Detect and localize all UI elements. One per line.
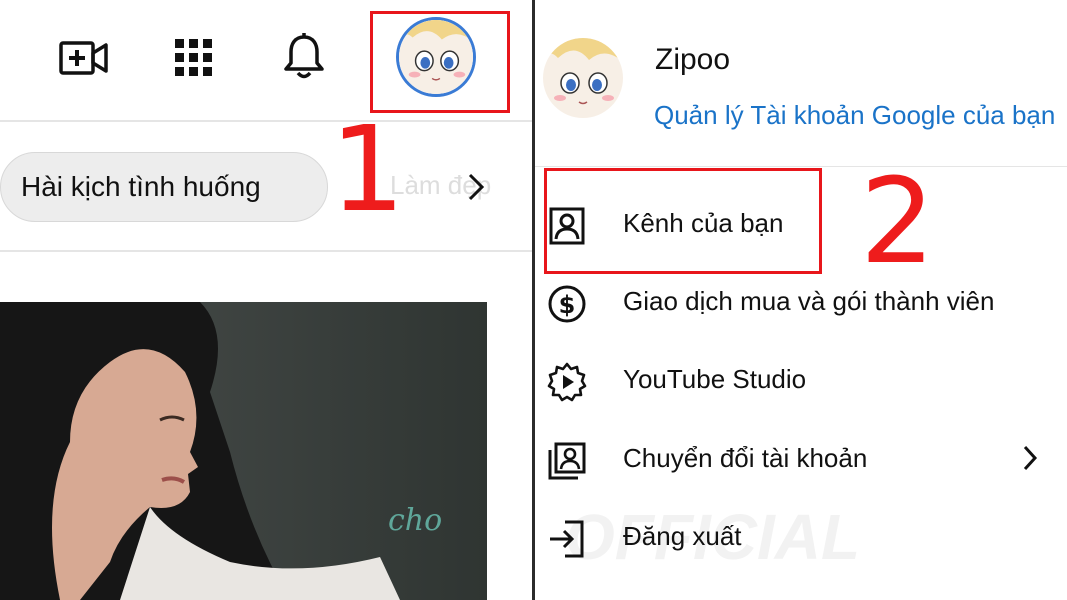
step-marker-1: 1 — [330, 100, 406, 238]
dollar-icon: $ — [547, 284, 587, 324]
divider — [0, 120, 532, 122]
thumbnail-caption: cho — [388, 503, 442, 538]
youtube-home-panel: Hài kịch tình huống Làm đẹp 1 cho — [0, 0, 532, 600]
avatar-highlight-box — [370, 11, 510, 113]
divider — [0, 250, 532, 252]
menu-item-label: Đăng xuất — [623, 521, 742, 551]
category-chip-label: Hài kịch tình huống — [21, 171, 261, 202]
chevron-right-icon — [1019, 443, 1041, 478]
category-chip[interactable]: Hài kịch tình huống — [0, 152, 328, 222]
menu-item-switch-account[interactable]: Chuyển đổi tài khoản — [535, 423, 1067, 495]
divider — [535, 166, 1067, 167]
chevron-right-icon[interactable] — [463, 172, 489, 207]
account-name: Zipoo — [655, 43, 731, 76]
studio-gear-icon — [547, 362, 587, 402]
svg-text:$: $ — [559, 291, 576, 319]
menu-item-label: Giao dịch mua và gói thành viên — [623, 286, 995, 316]
menu-item-purchases[interactable]: $ Giao dịch mua và gói thành viên — [535, 266, 1067, 338]
account-avatar-icon — [543, 38, 623, 118]
your-channel-highlight-box — [544, 168, 822, 274]
menu-item-sign-out[interactable]: Đăng xuất — [535, 501, 1067, 573]
manage-google-account-link[interactable]: Quản lý Tài khoản Google của bạn — [654, 100, 1055, 131]
video-thumbnail[interactable]: cho — [0, 302, 487, 600]
menu-item-youtube-studio[interactable]: YouTube Studio — [535, 344, 1067, 416]
sign-out-icon — [547, 519, 587, 559]
switch-account-icon — [547, 441, 587, 481]
bell-icon[interactable] — [282, 32, 326, 82]
menu-item-label: YouTube Studio — [623, 364, 807, 394]
menu-item-label: Chuyển đổi tài khoản — [623, 443, 868, 473]
video-add-icon[interactable] — [58, 38, 110, 78]
apps-grid-icon[interactable] — [173, 37, 215, 79]
